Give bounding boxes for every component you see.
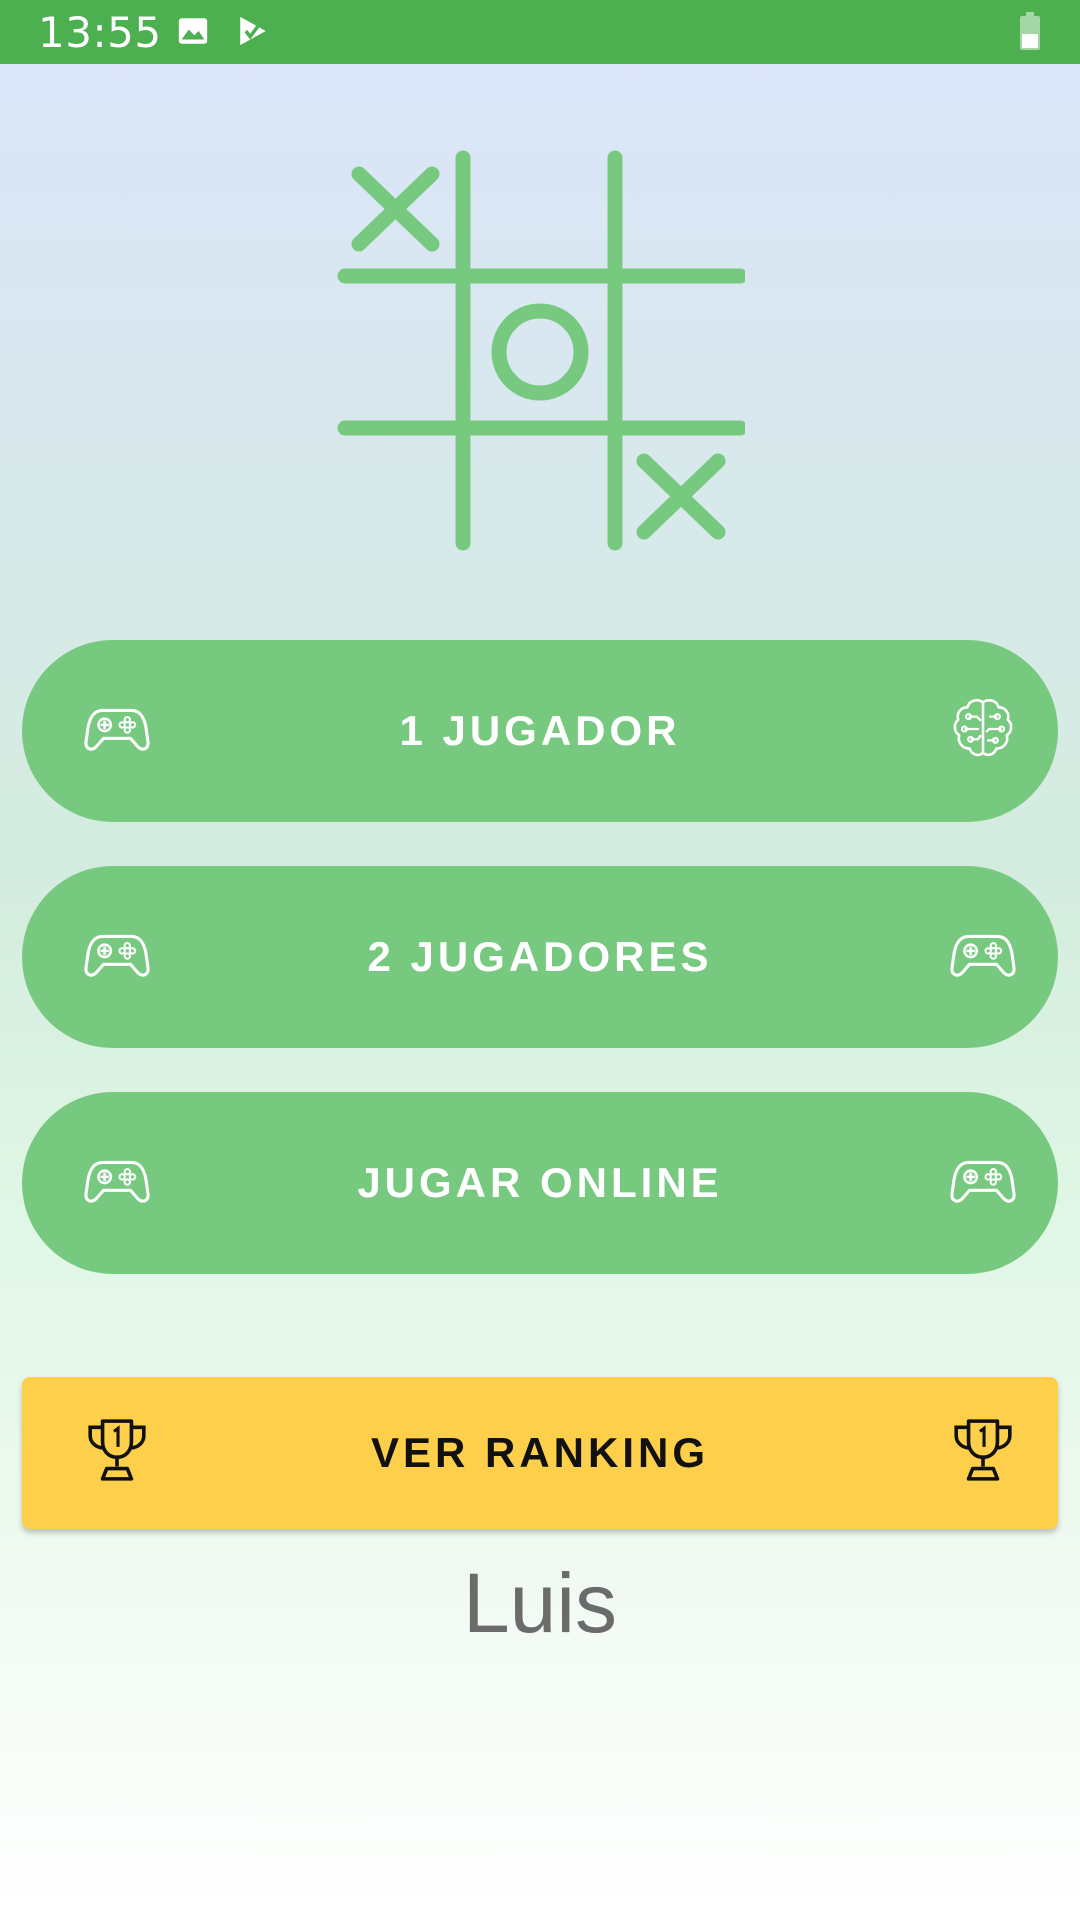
one-player-button[interactable]: 1 JUGADOR (22, 640, 1058, 822)
play-online-label: JUGAR ONLINE (357, 1159, 723, 1206)
two-players-button[interactable]: 2 JUGADORES (22, 866, 1058, 1048)
gamepad-icon (950, 1156, 1016, 1206)
gamepad-icon (950, 930, 1016, 980)
view-ranking-button[interactable]: VER RANKING (22, 1377, 1058, 1529)
one-player-label: 1 JUGADOR (399, 707, 681, 754)
play-store-icon (236, 14, 270, 53)
brain-icon (950, 696, 1016, 762)
status-time: 13:55 (38, 8, 162, 57)
trophy-icon (950, 1417, 1016, 1483)
view-ranking-label: VER RANKING (370, 1429, 710, 1476)
battery-icon (1020, 12, 1040, 55)
tic-tac-toe-logo (335, 148, 748, 558)
play-online-button[interactable]: JUGAR ONLINE (22, 1092, 1058, 1274)
gamepad-icon (84, 1156, 150, 1206)
username-label: Luis (462, 1556, 618, 1650)
image-icon (176, 14, 210, 53)
gamepad-icon (84, 930, 150, 980)
two-players-label: 2 JUGADORES (367, 933, 713, 980)
status-bar: 13:55 (0, 0, 1080, 64)
trophy-icon (84, 1417, 150, 1483)
gamepad-icon (84, 704, 150, 754)
